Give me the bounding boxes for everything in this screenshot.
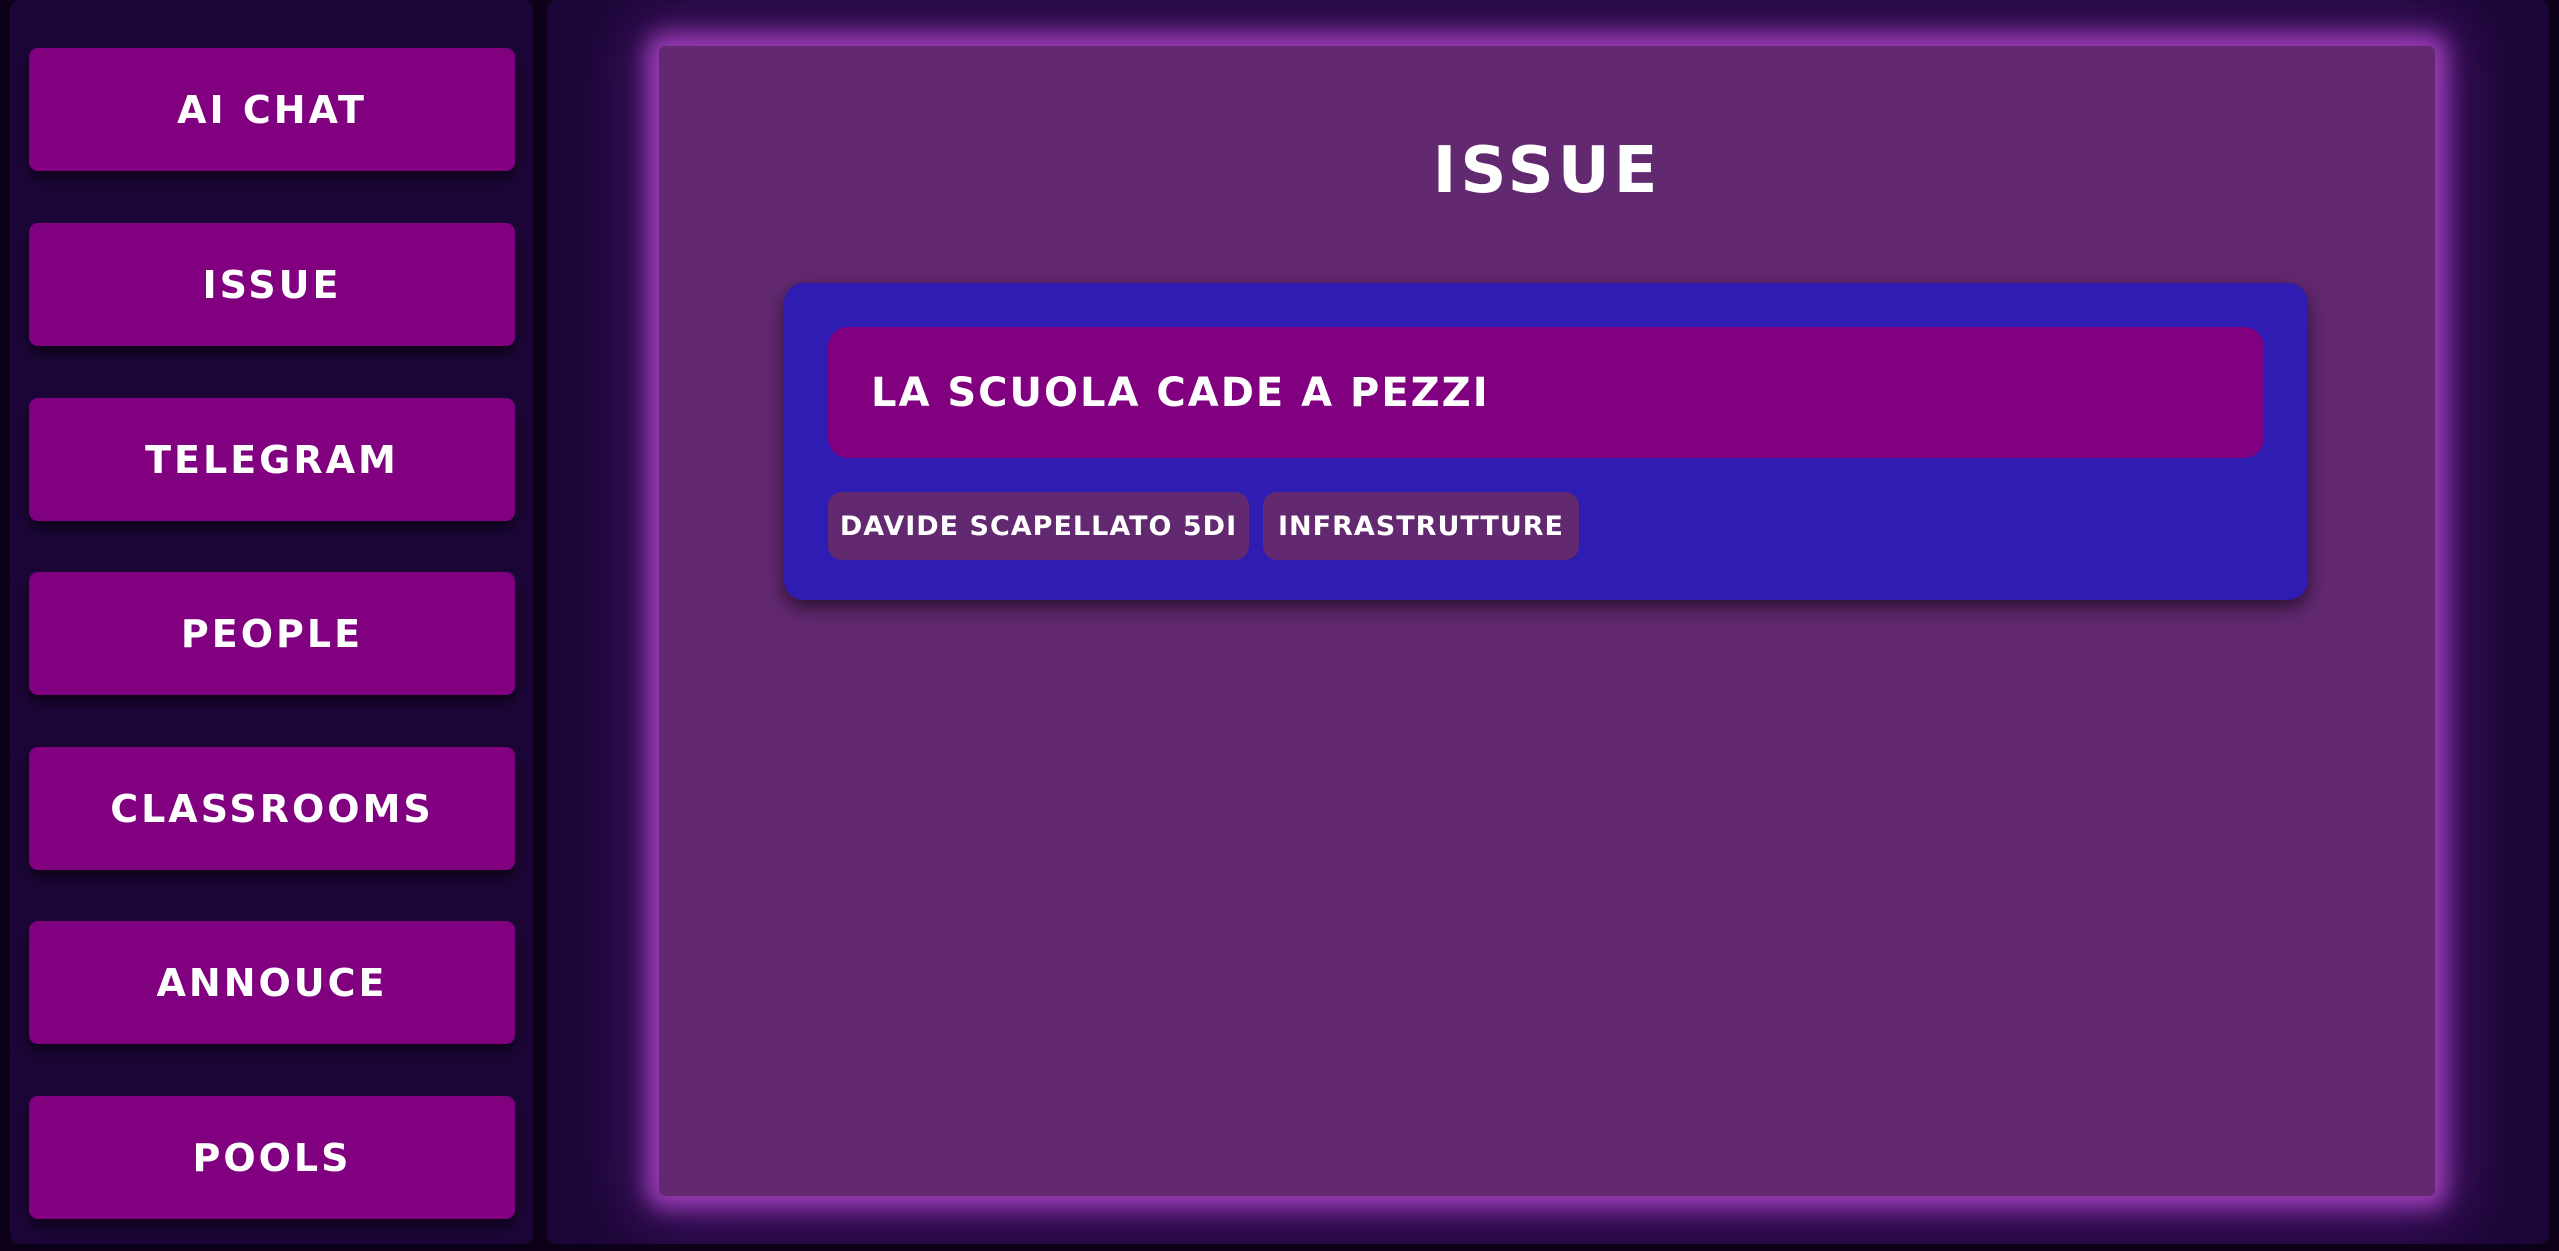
sidebar-item-telegram[interactable]: TELEGRAM	[29, 398, 515, 521]
sidebar-item-label: CLASSROOMS	[110, 786, 434, 831]
sidebar-item-people[interactable]: PEOPLE	[29, 572, 515, 695]
sidebar-item-label: ISSUE	[202, 262, 342, 307]
sidebar-item-annouce[interactable]: ANNOUCE	[29, 921, 515, 1044]
issue-card[interactable]: LA SCUOLA CADE A PEZZI DAVIDE SCAPELLATO…	[784, 283, 2308, 600]
sidebar-item-label: POOLS	[192, 1135, 352, 1180]
issue-author-tag: DAVIDE SCAPELLATO 5DI	[828, 492, 1249, 560]
sidebar-item-label: PEOPLE	[180, 611, 364, 656]
app-window: AI CHAT ISSUE TELEGRAM PEOPLE CLASSROOMS…	[0, 0, 2559, 1251]
issue-title: LA SCUOLA CADE A PEZZI	[828, 327, 2264, 458]
issue-panel: ISSUE LA SCUOLA CADE A PEZZI DAVIDE SCAP…	[659, 46, 2435, 1196]
issue-category-tag: INFRASTRUTTURE	[1263, 492, 1579, 560]
sidebar-item-ai-chat[interactable]: AI CHAT	[29, 48, 515, 171]
sidebar-item-issue[interactable]: ISSUE	[29, 223, 515, 346]
sidebar-item-classrooms[interactable]: CLASSROOMS	[29, 747, 515, 870]
sidebar-item-label: TELEGRAM	[145, 437, 399, 482]
sidebar-item-pools[interactable]: POOLS	[29, 1096, 515, 1219]
sidebar-item-label: AI CHAT	[177, 87, 367, 132]
sidebar-item-label: ANNOUCE	[156, 960, 388, 1005]
main-content: ISSUE LA SCUOLA CADE A PEZZI DAVIDE SCAP…	[547, 0, 2549, 1244]
page-title: ISSUE	[1432, 134, 1662, 208]
sidebar: AI CHAT ISSUE TELEGRAM PEOPLE CLASSROOMS…	[10, 0, 533, 1244]
